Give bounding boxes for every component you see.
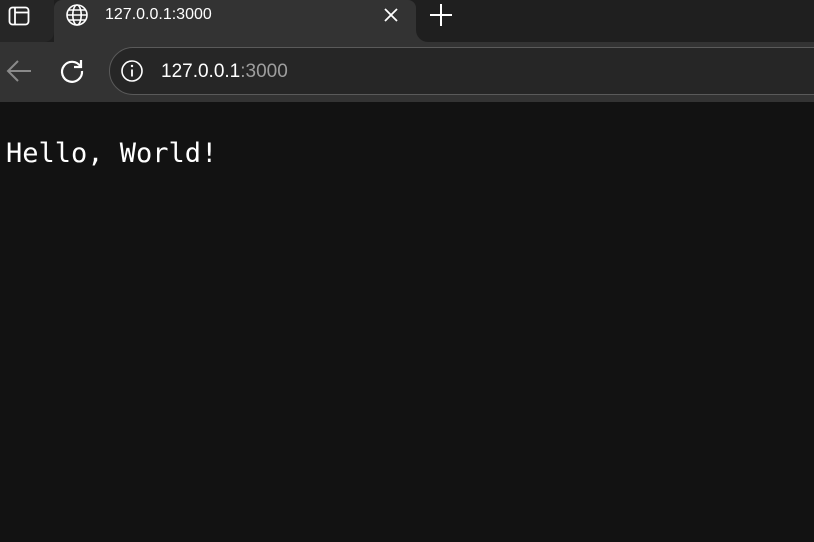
tab-active[interactable]: 127.0.0.1:3000 — [54, 0, 416, 42]
url-text: 127.0.0.1:3000 — [161, 61, 288, 83]
page-text: Hello, World! — [6, 138, 218, 169]
info-icon[interactable] — [120, 59, 144, 83]
address-bar[interactable]: 127.0.0.1:3000 — [109, 47, 814, 95]
tab-actions-button[interactable] — [0, 0, 54, 42]
tab-actions-icon — [8, 6, 30, 26]
page-content: Hello, World! — [0, 102, 814, 542]
tab-strip: 127.0.0.1:3000 — [0, 0, 814, 42]
toolbar: 127.0.0.1:3000 — [0, 42, 814, 102]
globe-icon — [66, 4, 88, 26]
plus-icon[interactable] — [428, 2, 454, 28]
url-port: :3000 — [240, 61, 288, 82]
arrow-left-icon[interactable] — [4, 56, 34, 86]
browser-window: 127.0.0.1:3000 127.0.0.1:3000 Hello, Wor… — [0, 0, 814, 542]
tab-title: 127.0.0.1:3000 — [105, 6, 212, 23]
reload-icon[interactable] — [58, 57, 86, 85]
tab-corner — [416, 30, 428, 42]
url-host: 127.0.0.1 — [161, 61, 241, 82]
close-icon[interactable] — [382, 6, 400, 24]
